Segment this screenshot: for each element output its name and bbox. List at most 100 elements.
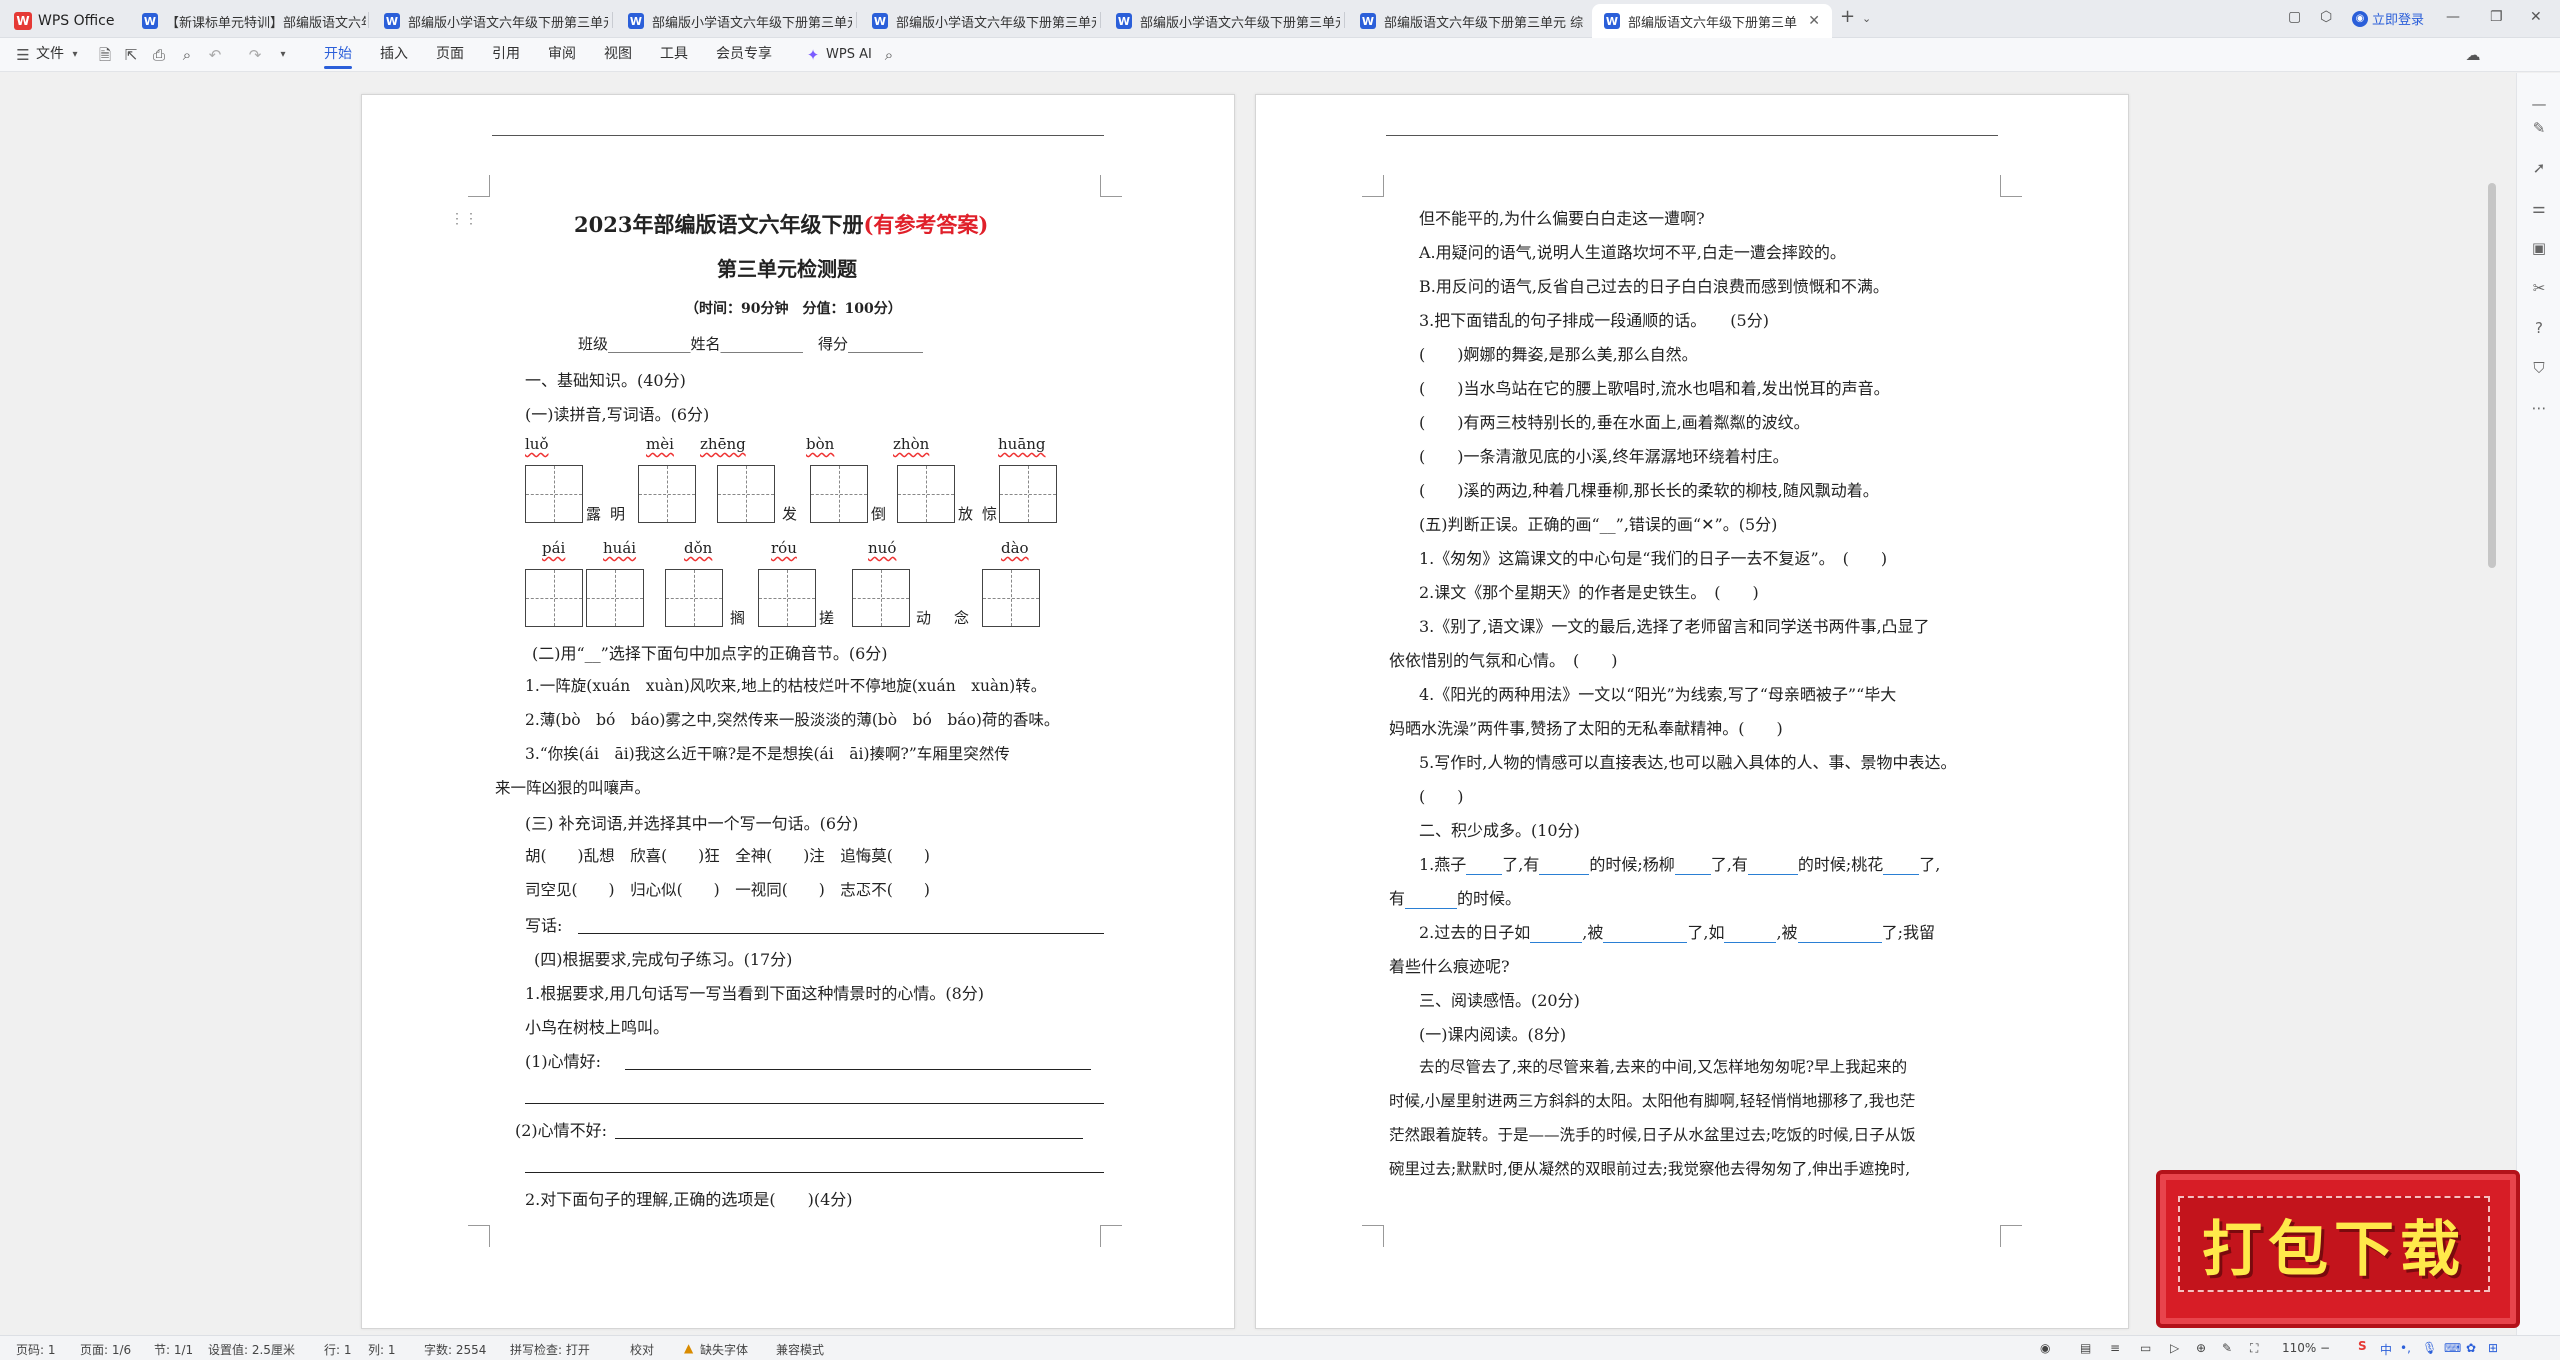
search-icon[interactable]: ⌕ (880, 46, 898, 64)
play-icon[interactable]: ▷ (2170, 1341, 2179, 1355)
fill-blank[interactable] (1724, 942, 1777, 943)
page-view-icon[interactable]: ▤ (2080, 1341, 2091, 1355)
read-mode-icon[interactable]: ▭ (2140, 1341, 2151, 1355)
redo-icon[interactable]: ↷ (246, 46, 264, 64)
ime-skin-icon[interactable]: ✿ (2466, 1341, 2476, 1355)
menu-wps-ai[interactable]: WPS AI (826, 38, 872, 71)
status-column[interactable]: 列: 1 (368, 1341, 396, 1358)
restore-icon[interactable]: ❐ (2490, 9, 2503, 25)
menu-page[interactable]: 页面 (436, 38, 464, 71)
fill-blank[interactable] (1603, 942, 1688, 943)
drag-handle-icon[interactable]: ⋮⋮ (450, 211, 478, 227)
menu-home[interactable]: 开始 (324, 38, 352, 71)
document-tab[interactable]: W 部编版小学语文六年级下册第三单元 (860, 4, 1096, 38)
status-proofread[interactable]: 校对 (630, 1341, 654, 1358)
answer-line[interactable] (625, 1069, 1091, 1070)
cube-icon[interactable]: ⬡ (2320, 9, 2332, 25)
picture-icon[interactable]: ▣ (2530, 239, 2548, 257)
document-tab[interactable]: W 部编版语文六年级下册第三单元 综合 (1348, 4, 1584, 38)
writing-box[interactable] (717, 465, 775, 523)
writing-box[interactable] (999, 465, 1057, 523)
status-spell-check[interactable]: 拼写检查: 打开 (510, 1341, 590, 1358)
zoom-level[interactable]: 110% (2282, 1341, 2316, 1355)
writing-box[interactable] (525, 569, 583, 627)
adjust-icon[interactable]: ⚌ (2530, 199, 2548, 217)
menu-file[interactable]: 文件 (36, 38, 64, 71)
fill-blank[interactable] (1539, 874, 1590, 875)
status-word-count[interactable]: 字数: 2554 (424, 1341, 486, 1358)
collapse-icon[interactable]: — (2530, 95, 2548, 113)
fill-blank[interactable] (1405, 908, 1458, 909)
document-tab[interactable]: W 部编版小学语文六年级下册第三单元 (372, 4, 608, 38)
web-view-icon[interactable]: ⊕ (2196, 1341, 2206, 1355)
status-page-number[interactable]: 页码: 1 (16, 1341, 56, 1358)
writing-box[interactable] (586, 569, 644, 627)
answer-line[interactable] (525, 1103, 1104, 1104)
cloud-icon[interactable]: ☁ (2464, 46, 2482, 64)
status-missing-font[interactable]: 缺失字体 (700, 1341, 748, 1358)
export-icon[interactable]: ⇱ (122, 46, 140, 64)
writing-box[interactable] (638, 465, 696, 523)
select-cursor-icon[interactable]: ➚ (2530, 159, 2548, 177)
eye-protection-icon[interactable]: ◉ (2040, 1341, 2050, 1355)
print-preview-icon[interactable]: ⌕ (178, 46, 196, 64)
tools-icon[interactable]: ✂ (2530, 279, 2548, 297)
answer-line[interactable] (578, 933, 1104, 934)
print-icon[interactable]: ⎙ (150, 46, 168, 64)
status-section[interactable]: 节: 1/1 (154, 1341, 193, 1358)
tab-list-chevron-icon[interactable]: ⌄ (1862, 12, 1871, 25)
menu-review[interactable]: 审阅 (548, 38, 576, 71)
fill-blank[interactable] (1883, 874, 1920, 875)
writing-box[interactable] (665, 569, 723, 627)
more-chevron-icon[interactable]: ▾ (274, 46, 292, 64)
chevron-down-icon[interactable]: ▾ (66, 46, 84, 64)
document-tab-active[interactable]: W 部编版语文六年级下册第三单 ✕ (1592, 4, 1832, 38)
keyboard-icon[interactable]: ⌨ (2444, 1341, 2461, 1355)
hamburger-icon[interactable]: ☰ (14, 46, 32, 64)
undo-icon[interactable]: ↶ (206, 46, 224, 64)
answer-line[interactable] (615, 1138, 1083, 1139)
answer-line[interactable] (525, 1172, 1104, 1173)
zoom-out-icon[interactable]: − (2320, 1341, 2330, 1355)
status-pages[interactable]: 页面: 1/6 (80, 1341, 131, 1358)
fit-page-icon[interactable]: ⛶ (2250, 1341, 2258, 1356)
backup-icon[interactable]: ⛉ (2530, 359, 2548, 377)
window-layout-icon[interactable]: ▢ (2288, 9, 2301, 25)
fill-blank[interactable] (1797, 942, 1882, 943)
writing-box[interactable] (852, 569, 910, 627)
sogou-ime-icon[interactable]: S (2358, 1339, 2367, 1353)
fill-blank[interactable] (1530, 942, 1583, 943)
wps-home-tab[interactable]: W WPS Office (14, 4, 115, 38)
status-row[interactable]: 行: 1 (324, 1341, 352, 1358)
document-tab[interactable]: W 【新课标单元特训】部编版语文六年 (130, 4, 366, 38)
writing-box[interactable] (525, 465, 583, 523)
fill-blank[interactable] (1747, 874, 1798, 875)
close-tab-icon[interactable]: ✕ (1808, 13, 1820, 29)
document-tab[interactable]: W 部编版小学语文六年级下册第三单元 (616, 4, 852, 38)
writing-box[interactable] (758, 569, 816, 627)
microphone-icon[interactable]: 🎙 (2422, 1341, 2437, 1355)
download-package-banner[interactable]: 打包下载 (2156, 1170, 2520, 1328)
menu-insert[interactable]: 插入 (380, 38, 408, 71)
ime-menu-icon[interactable]: ⊞ (2488, 1341, 2498, 1355)
menu-member[interactable]: 会员专享 (716, 38, 772, 71)
login-button[interactable]: ◉ 立即登录 (2352, 9, 2424, 28)
new-tab-icon[interactable]: + (1840, 6, 1855, 27)
menu-view[interactable]: 视图 (604, 38, 632, 71)
writing-box[interactable] (810, 465, 868, 523)
document-tab[interactable]: W 部编版小学语文六年级下册第三单元 (1104, 4, 1340, 38)
menu-references[interactable]: 引用 (492, 38, 520, 71)
edit-pen-icon[interactable]: ✎ (2530, 119, 2548, 137)
fill-blank[interactable] (1674, 874, 1711, 875)
help-icon[interactable]: ? (2530, 319, 2548, 337)
status-setting[interactable]: 设置值: 2.5厘米 (208, 1341, 295, 1358)
ime-punctuation-icon[interactable]: •, (2400, 1341, 2411, 1355)
outline-view-icon[interactable]: ≡ (2110, 1341, 2120, 1355)
writing-box[interactable] (897, 465, 955, 523)
close-window-icon[interactable]: ✕ (2530, 9, 2542, 25)
write-mode-icon[interactable]: ✎ (2222, 1341, 2232, 1355)
more-icon[interactable]: ⋯ (2530, 399, 2548, 417)
writing-box[interactable] (982, 569, 1040, 627)
menu-tools[interactable]: 工具 (660, 38, 688, 71)
save-icon[interactable]: 🗎 (96, 46, 114, 64)
